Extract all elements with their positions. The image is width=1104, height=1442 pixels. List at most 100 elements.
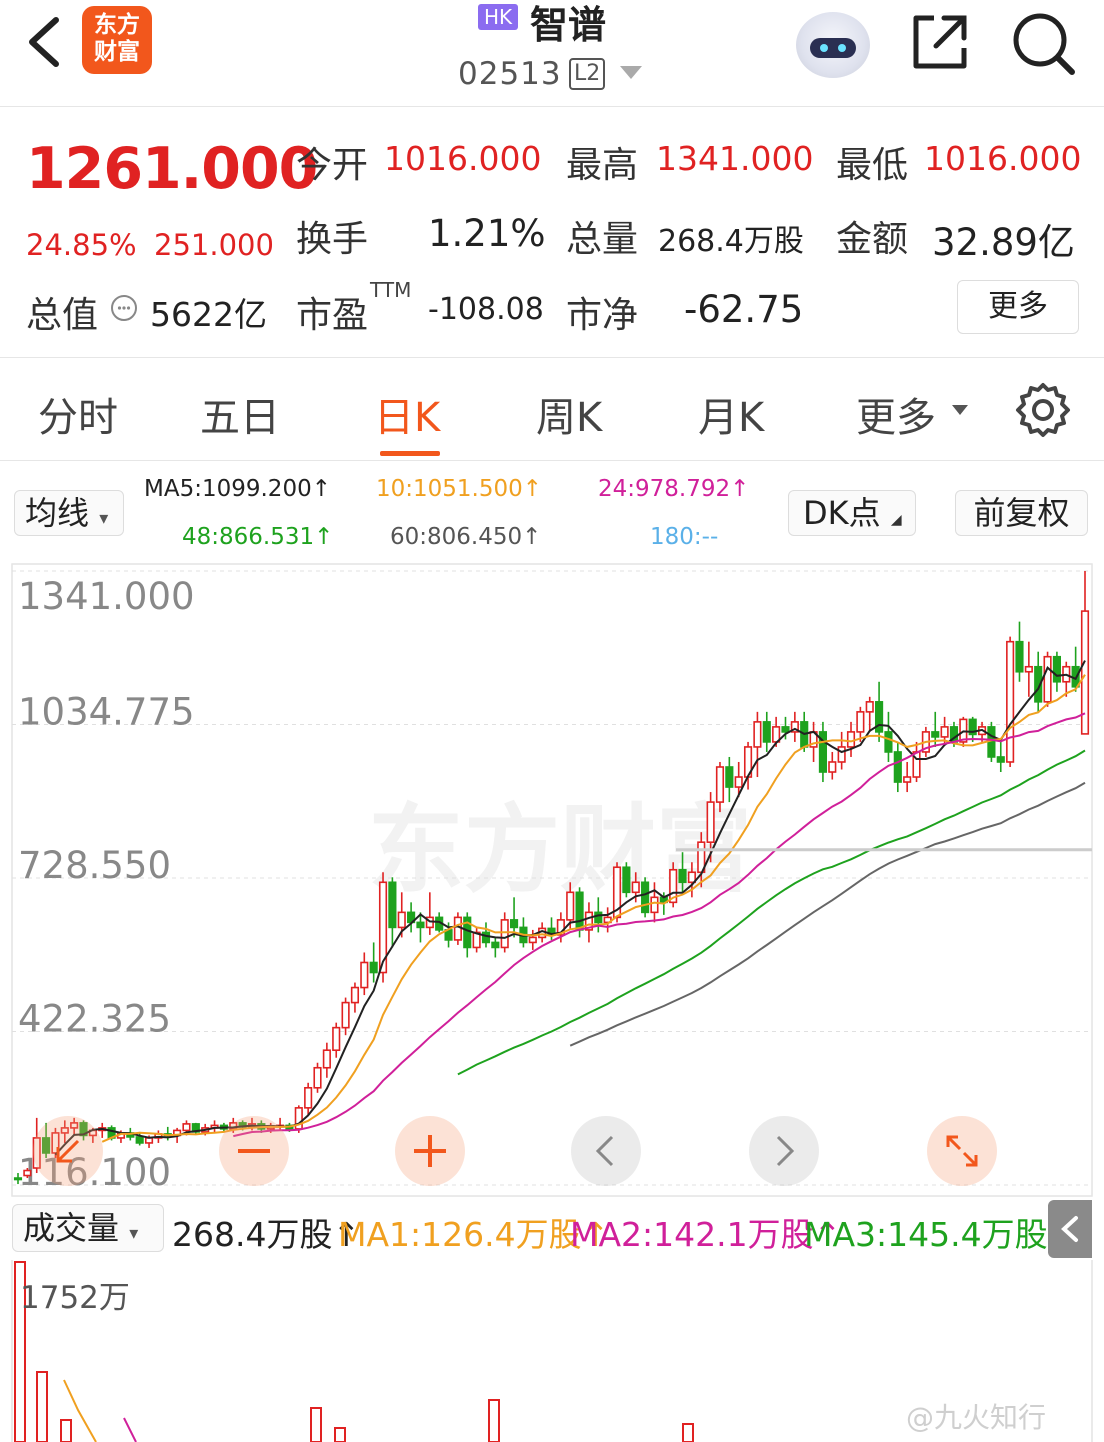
candle-up	[453, 916, 462, 941]
candle-up	[304, 1087, 313, 1109]
candle-down	[388, 881, 397, 929]
volume-bar	[682, 1423, 694, 1442]
candle-up	[734, 776, 743, 788]
robot-eye-icon	[838, 44, 846, 52]
tab-five-day[interactable]: 五日	[200, 385, 280, 443]
tab-daily-k[interactable]: 日K	[374, 385, 440, 443]
candle-down	[1015, 640, 1024, 673]
candle-up	[1006, 640, 1015, 763]
logo-text-bottom: 财富	[94, 39, 140, 65]
expand-control	[927, 1116, 997, 1186]
chevron-right-control	[749, 1116, 819, 1186]
dk-point-button[interactable]: DK点 ◢	[788, 490, 916, 536]
change-amount: 251.000	[154, 228, 274, 262]
corner-triangle-icon: ◢	[890, 512, 902, 528]
app-logo[interactable]: 东方 财富	[82, 6, 152, 74]
candle-down	[509, 919, 519, 929]
candle-down	[893, 751, 902, 783]
candle-down	[416, 921, 425, 929]
dropdown-caret-icon: ▾	[99, 508, 109, 529]
info-smile-icon[interactable]	[110, 294, 138, 322]
volume-ma2-line	[123, 1417, 137, 1442]
turnover-label: 换手	[296, 219, 369, 260]
volume-total: 268.4万股↑	[172, 1215, 361, 1254]
chevron-left-icon	[1061, 1216, 1078, 1242]
candle-down	[369, 961, 378, 974]
candle-down	[594, 911, 603, 924]
robot-eye-icon	[820, 44, 828, 52]
tab-monthly-k[interactable]: 月K	[698, 385, 764, 443]
ma24-line	[233, 712, 1086, 1138]
tab-intraday[interactable]: 分时	[38, 385, 118, 443]
level2-badge[interactable]: L2	[569, 58, 606, 90]
open-value: 1016.000	[384, 139, 542, 178]
candle-up	[332, 1026, 341, 1052]
dk-point-label: DK点	[803, 494, 881, 532]
candle-up	[903, 776, 912, 783]
quote-more-button[interactable]: 更多	[957, 280, 1079, 334]
candle-up	[23, 1169, 32, 1177]
candle-up	[313, 1066, 322, 1089]
volume-indicator-selector[interactable]: 成交量 ▾	[12, 1204, 164, 1252]
pe-value: -108.08	[428, 292, 544, 327]
open-label: 今开	[296, 145, 369, 186]
y-tick-label: 1034.775	[18, 691, 195, 734]
candle-up	[753, 721, 762, 748]
indicator-selector-label: 均线	[25, 494, 90, 532]
mktcap-value: 5622亿	[150, 295, 267, 334]
candle-up	[528, 936, 537, 944]
candle-up	[360, 961, 369, 989]
candle-up	[715, 766, 725, 803]
back-arrow-icon	[29, 17, 59, 67]
candle-up	[650, 896, 659, 914]
pe-label: 市盈	[296, 295, 369, 336]
candle-up	[837, 746, 846, 763]
market-badge: HK	[478, 4, 519, 30]
settings-gear-icon[interactable]	[1014, 381, 1072, 439]
share-button[interactable]	[908, 10, 972, 74]
volume-value: 268.4万股	[658, 224, 804, 259]
candle-up	[566, 891, 575, 921]
candle-up	[706, 801, 715, 843]
adjust-mode-button[interactable]: 前复权	[955, 490, 1088, 536]
last-price: 1261.000	[26, 136, 318, 202]
amount-value: 32.89亿	[932, 221, 1075, 264]
candle-down	[996, 756, 1005, 763]
ma-legend: 均线 ▾ MA5:1099.200↑ 10:1051.500↑ 24:978.7…	[0, 462, 1104, 562]
back-button[interactable]	[22, 14, 70, 70]
search-button[interactable]	[1008, 8, 1078, 78]
ma5-value: MA5:1099.200↑	[144, 476, 331, 502]
volume-legend: 成交量 ▾ 268.4万股↑ MA1:126.4万股↑ MA2:142.1万股↑…	[12, 1198, 1104, 1258]
candle-up	[940, 726, 949, 738]
tab-more[interactable]: 更多	[856, 385, 936, 443]
indicator-selector[interactable]: 均线 ▾	[14, 490, 124, 536]
candle-down	[481, 931, 491, 944]
y-tick-label: 1341.000	[18, 575, 195, 618]
pb-label: 市净	[566, 295, 639, 336]
volume-bar	[488, 1399, 500, 1442]
weibo-watermark: @九火知行	[906, 1401, 1047, 1434]
candle-up	[631, 881, 640, 894]
candle-up	[322, 1049, 331, 1069]
high-value: 1341.000	[656, 139, 814, 178]
turnover-value: 1.21%	[428, 212, 546, 255]
collapse-panel-button[interactable]	[1048, 1200, 1092, 1258]
stock-code[interactable]: 02513	[458, 56, 562, 92]
volume-bar	[310, 1407, 322, 1442]
ma180-value: 180:--	[650, 524, 719, 550]
ma10-value: 10:1051.500↑	[376, 476, 543, 502]
candle-up	[856, 711, 865, 733]
volume-ma2: MA2:142.1万股↑	[570, 1215, 842, 1254]
candlestick-chart[interactable]: 东方财富1341.0001034.775728.550422.325116.10…	[0, 563, 1104, 1197]
candle-down	[622, 866, 631, 894]
active-tab-indicator	[380, 451, 440, 456]
candle-up	[1043, 655, 1052, 703]
tab-weekly-k[interactable]: 周K	[536, 385, 602, 443]
robot-assistant-avatar[interactable]	[796, 12, 870, 78]
candle-down	[931, 731, 940, 738]
robot-visor-icon	[810, 38, 856, 58]
code-dropdown-icon[interactable]	[620, 66, 642, 79]
candle-down	[491, 941, 500, 949]
quote-panel: 1261.000 24.85% 251.000 今开 1016.000 最高 1…	[0, 108, 1104, 358]
volume-bar	[60, 1419, 72, 1442]
